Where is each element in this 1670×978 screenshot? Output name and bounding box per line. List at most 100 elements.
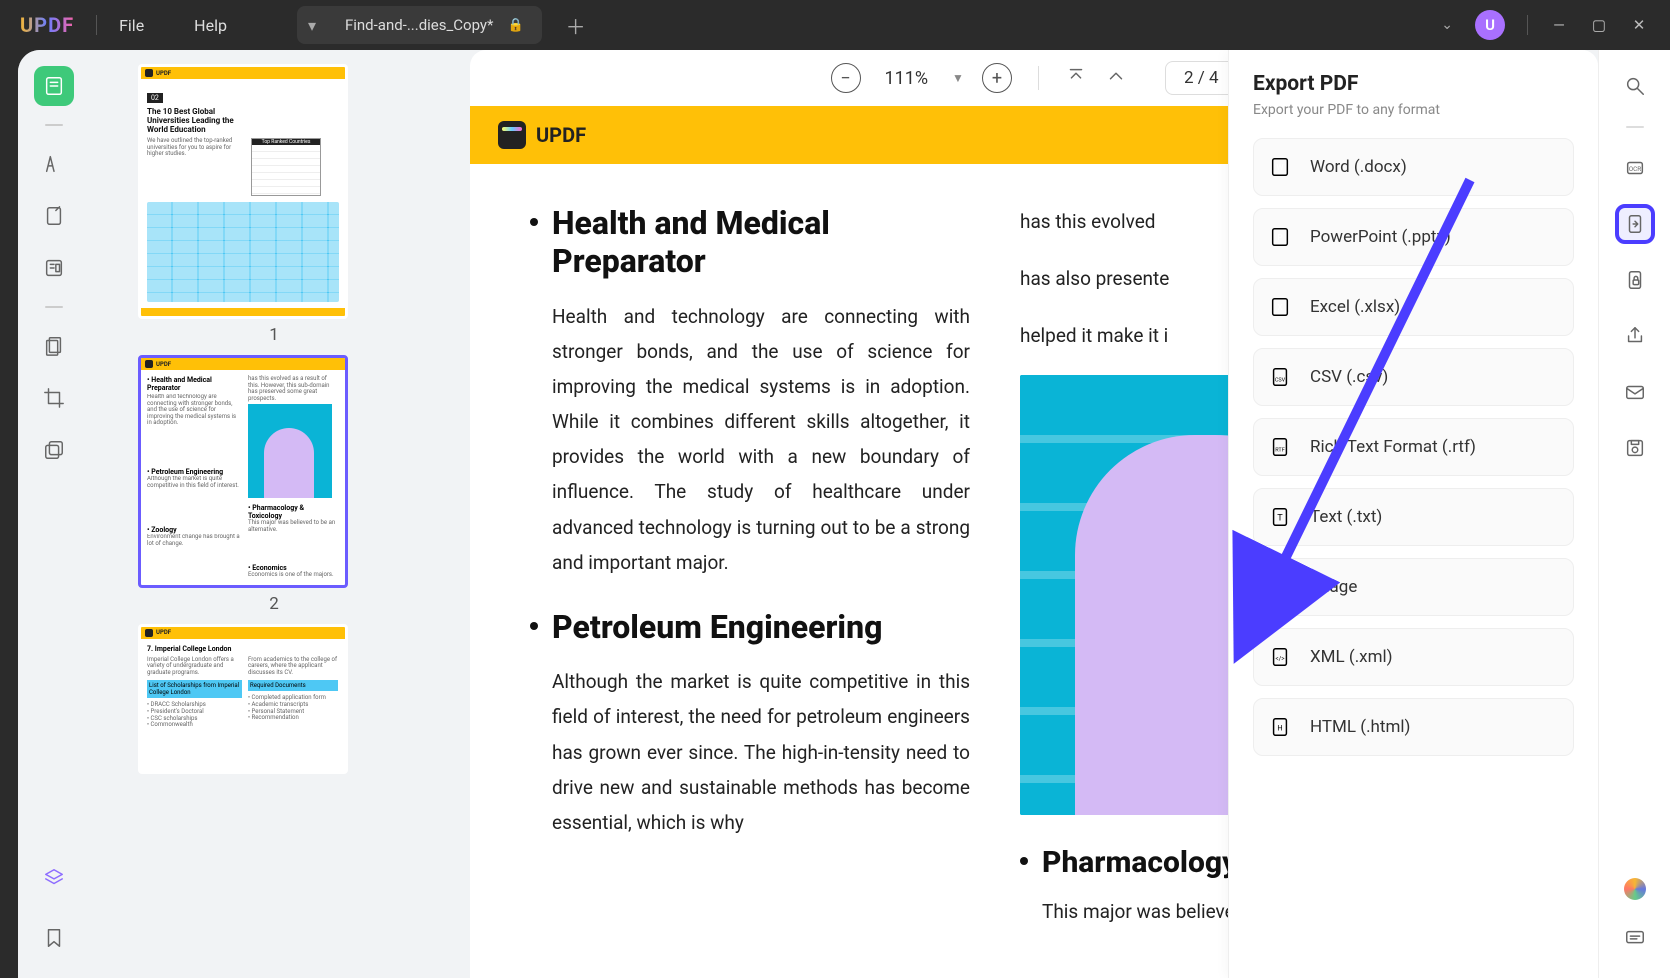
page-tool[interactable]: [34, 326, 74, 366]
titlebar: UPDF File Help ▾ Find-and-...dies_Copy* …: [0, 0, 1670, 50]
reader-tool[interactable]: [34, 66, 74, 106]
edit-tool[interactable]: [34, 196, 74, 236]
separator: [45, 124, 63, 126]
separator: [1626, 126, 1644, 128]
txt-icon: T: [1268, 505, 1292, 529]
xls-icon: X: [1268, 295, 1292, 319]
save-tool[interactable]: [1615, 428, 1655, 468]
bullet-icon: [530, 218, 538, 226]
thumb-number: 1: [138, 325, 410, 345]
section-title: Health and Medical Preparator: [552, 204, 970, 281]
new-tab-button[interactable]: ＋: [566, 11, 586, 40]
maximize-button[interactable]: ▢: [1590, 16, 1608, 34]
layers-icon[interactable]: [34, 858, 74, 898]
separator: [96, 15, 97, 35]
bullet-icon: [530, 622, 538, 630]
minimize-button[interactable]: —: [1550, 16, 1568, 34]
ai-icon[interactable]: [1624, 878, 1646, 900]
svg-text:P: P: [1277, 233, 1282, 243]
thumbnail-2[interactable]: UPDF • Health and Medical Preparator Hea…: [138, 355, 410, 614]
export-option-html[interactable]: HHTML (.html): [1253, 698, 1574, 756]
export-option-img[interactable]: Image: [1253, 558, 1574, 616]
zoom-level: 111%: [885, 68, 929, 89]
organize-tool[interactable]: [34, 248, 74, 288]
svg-text:RTF: RTF: [1275, 448, 1285, 454]
export-label: PowerPoint (.pptx): [1310, 227, 1451, 247]
img-icon: [1268, 575, 1292, 599]
svg-text:W: W: [1276, 163, 1284, 173]
section-petroleum: Petroleum Engineering Although the marke…: [530, 608, 970, 840]
html-icon: H: [1268, 715, 1292, 739]
right-toolbar: OCR: [1598, 50, 1670, 978]
export-option-csv[interactable]: CSV CSV (.csv): [1253, 348, 1574, 406]
section-body: Health and technology are connecting wit…: [552, 299, 970, 580]
export-option-xml[interactable]: </> XML (.xml): [1253, 628, 1574, 686]
crop-tool[interactable]: [34, 378, 74, 418]
export-title: Export PDF: [1253, 72, 1574, 96]
prev-page-button[interactable]: [1105, 65, 1127, 91]
rtf-icon: RTF: [1268, 435, 1292, 459]
menu-help[interactable]: Help: [194, 16, 227, 35]
bullet-icon: [1020, 857, 1028, 865]
section-health: Health and Medical Preparator Health and…: [530, 204, 970, 580]
bookmark-icon[interactable]: [34, 918, 74, 958]
zoom-out-button[interactable]: −: [831, 63, 861, 93]
user-avatar[interactable]: U: [1475, 10, 1505, 40]
export-option-xls[interactable]: X Excel (.xlsx): [1253, 278, 1574, 336]
mail-tool[interactable]: [1615, 372, 1655, 412]
svg-text:</>: </>: [1275, 655, 1285, 663]
svg-text:OCR: OCR: [1628, 165, 1641, 173]
separator: [45, 306, 63, 308]
export-label: Text (.txt): [1310, 507, 1382, 527]
ppt-icon: P: [1268, 225, 1292, 249]
comment-panel-icon[interactable]: [1615, 918, 1655, 958]
export-label: XML (.xml): [1310, 647, 1393, 667]
close-button[interactable]: ✕: [1630, 16, 1648, 34]
separator: [1038, 66, 1039, 90]
export-panel: Export PDF Export your PDF to any format…: [1228, 50, 1598, 978]
main-view: − 111% ▼ + 2 / 4 UPDF He: [470, 50, 1598, 978]
ocr-tool[interactable]: OCR: [1615, 148, 1655, 188]
search-tool[interactable]: [1615, 66, 1655, 106]
share-tool[interactable]: [1615, 316, 1655, 356]
zoom-dropdown[interactable]: ▼: [952, 71, 964, 85]
thumb-number: 2: [138, 594, 410, 614]
zoom-in-button[interactable]: +: [982, 63, 1012, 93]
first-page-button[interactable]: [1065, 65, 1087, 91]
export-label: Image: [1310, 577, 1357, 597]
thumbnail-1[interactable]: UPDF 02 The 10 Best Global Universities …: [138, 64, 410, 345]
app-body: UPDF 02 The 10 Best Global Universities …: [18, 50, 1670, 978]
export-label: Excel (.xlsx): [1310, 297, 1400, 317]
svg-text:T: T: [1277, 514, 1283, 524]
thumbnail-3[interactable]: UPDF 7. Imperial College London Imperial…: [138, 624, 410, 774]
export-label: Word (.docx): [1310, 157, 1407, 177]
xml-icon: </>: [1268, 645, 1292, 669]
separator: [1527, 15, 1528, 35]
thumbnail-panel: UPDF 02 The 10 Best Global Universities …: [90, 50, 470, 978]
export-label: CSV (.csv): [1310, 367, 1388, 387]
menu-file[interactable]: File: [119, 16, 144, 35]
section-title: Petroleum Engineering: [552, 608, 970, 646]
brand-square-icon: [498, 121, 526, 149]
comment-tool[interactable]: [34, 144, 74, 184]
left-column: Health and Medical Preparator Health and…: [530, 204, 970, 958]
page-indicator[interactable]: 2 / 4: [1165, 61, 1238, 95]
tab-dropdown[interactable]: ▾: [297, 6, 327, 44]
lock-icon: 🔒: [507, 18, 523, 33]
export-label: Rich Text Format (.rtf): [1310, 437, 1476, 457]
batch-tool[interactable]: [34, 430, 74, 470]
export-option-ppt[interactable]: P PowerPoint (.pptx): [1253, 208, 1574, 266]
document-tab[interactable]: Find-and-...dies_Copy* 🔒: [327, 6, 542, 44]
protect-tool[interactable]: [1615, 260, 1655, 300]
word-icon: W: [1268, 155, 1292, 179]
svg-text:CSV: CSV: [1275, 378, 1286, 384]
export-subtitle: Export your PDF to any format: [1253, 102, 1574, 118]
app-logo: UPDF: [20, 13, 74, 37]
export-option-rtf[interactable]: RTF Rich Text Format (.rtf): [1253, 418, 1574, 476]
svg-text:H: H: [1277, 724, 1282, 733]
export-option-txt[interactable]: T Text (.txt): [1253, 488, 1574, 546]
tabs: ▾ Find-and-...dies_Copy* 🔒 ＋: [297, 0, 586, 50]
chevron-down-icon[interactable]: ⌄: [1441, 17, 1453, 33]
export-option-word[interactable]: W Word (.docx): [1253, 138, 1574, 196]
export-tool[interactable]: [1615, 204, 1655, 244]
